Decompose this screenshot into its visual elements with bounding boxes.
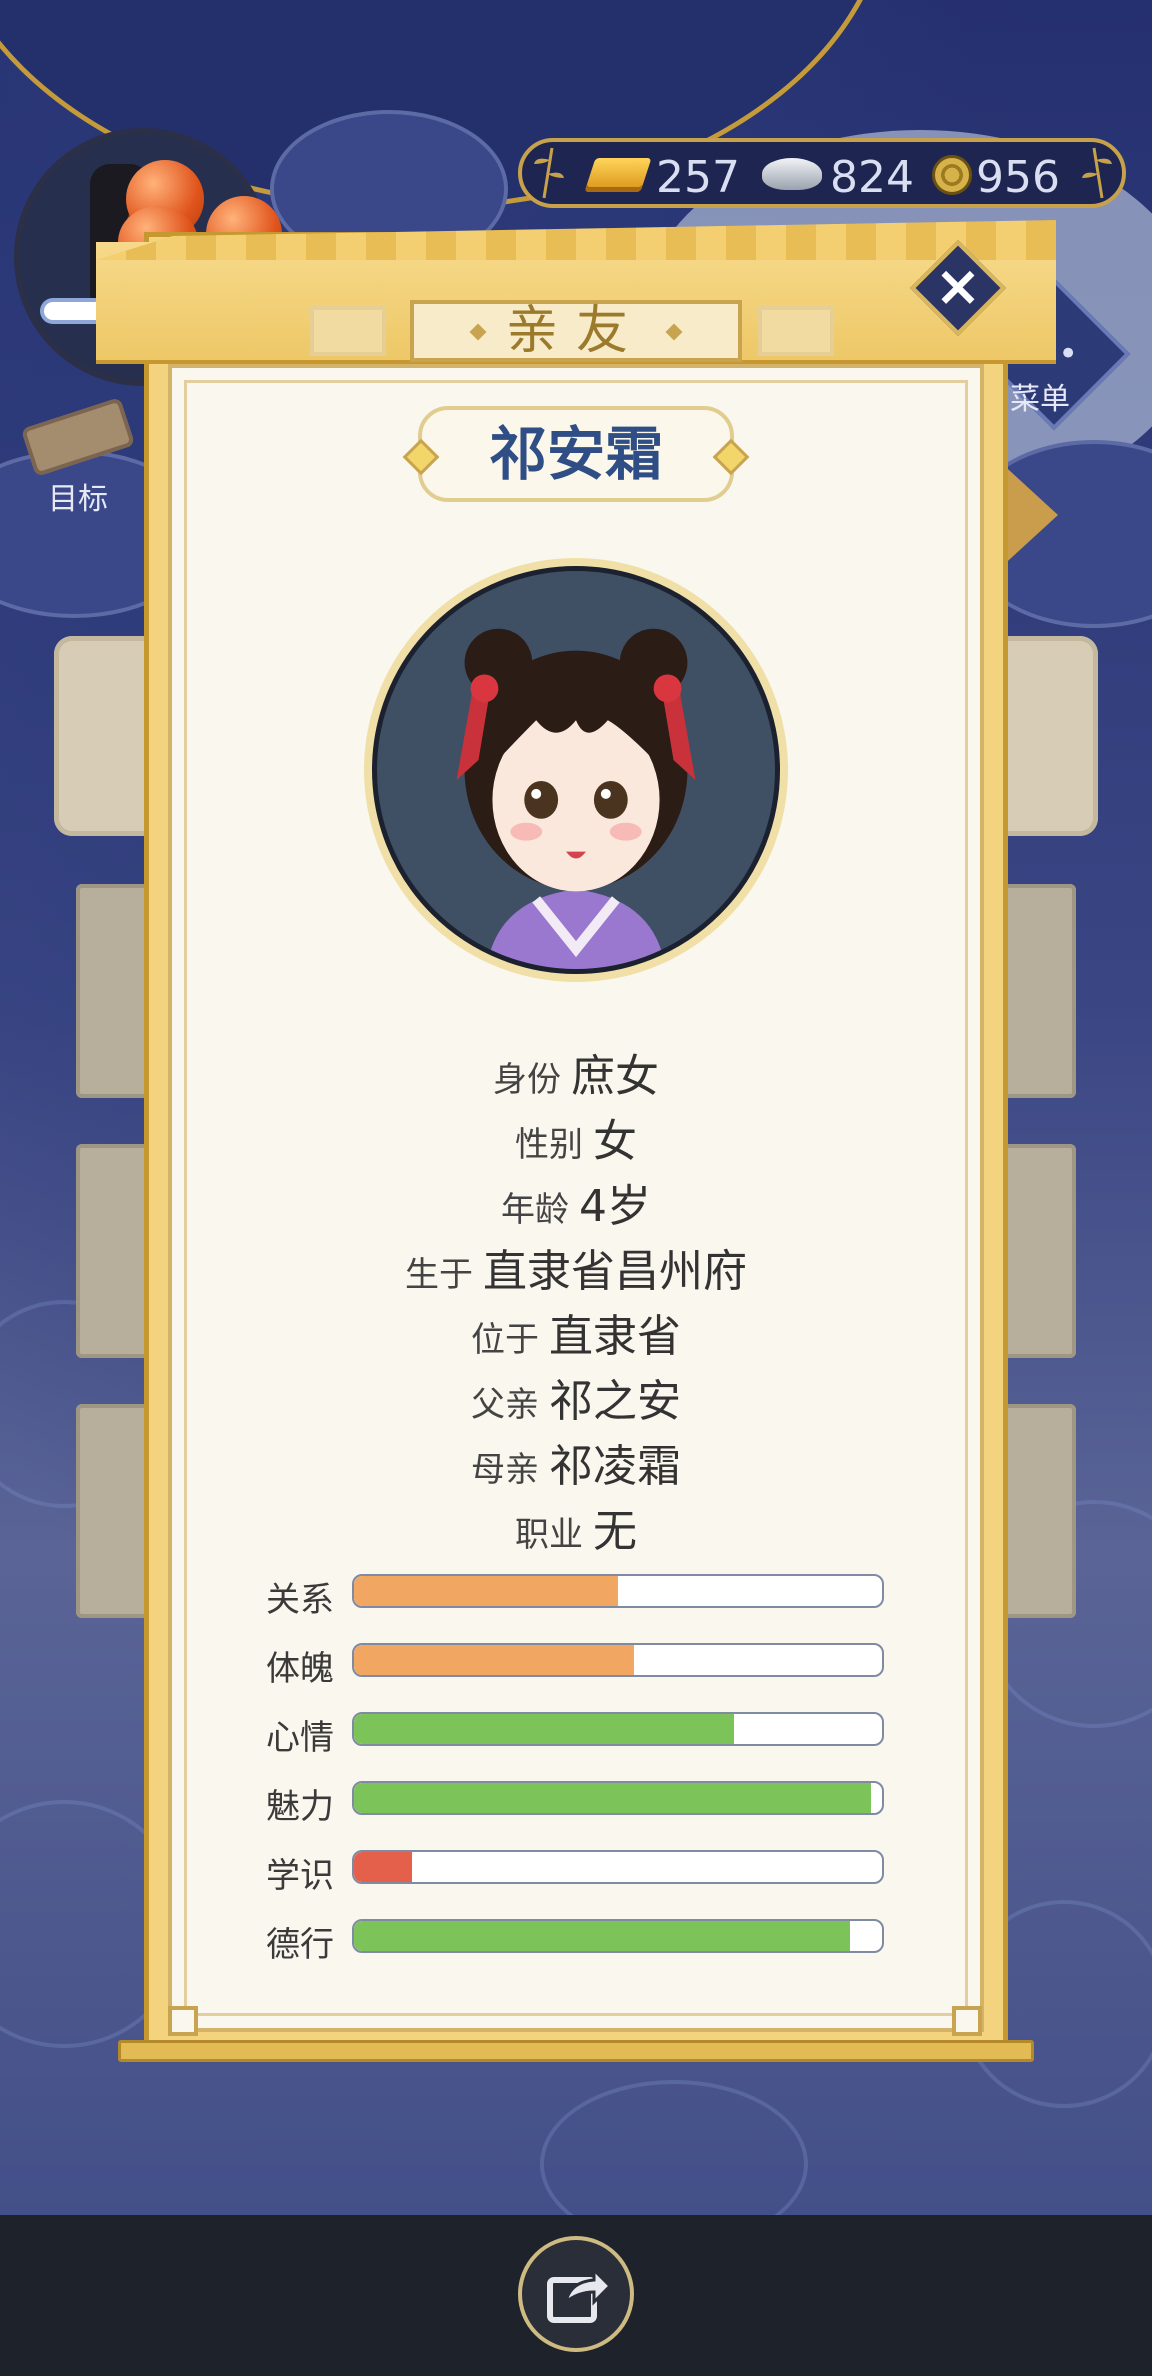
silver-ingot-icon <box>762 158 822 190</box>
gold-ingot-icon <box>584 158 652 192</box>
stat-label-knowledge: 学识 <box>266 1856 334 1896</box>
info-row-father: 父亲 祁之安 <box>471 1376 681 1427</box>
info-row-age: 年龄 4岁 <box>501 1181 651 1232</box>
currency-bar: 257 824 956 <box>518 138 1126 208</box>
character-name: 祁安霜 <box>418 406 734 502</box>
stat-bar-virtue <box>352 1919 884 1953</box>
girl-portrait-image <box>456 628 696 969</box>
info-row-birthplace: 生于 直隶省昌州府 <box>405 1246 747 1297</box>
info-row-occupation: 职业无 <box>515 1506 637 1557</box>
stat-bar-knowledge <box>352 1850 884 1884</box>
info-row-location: 位于 直隶省 <box>471 1311 681 1362</box>
silver-count: 824 <box>830 152 914 203</box>
stat-fill-charm <box>354 1783 872 1813</box>
stat-label-mood: 心情 <box>266 1718 334 1758</box>
share-icon <box>547 2266 613 2323</box>
stat-fill-relationship <box>354 1576 618 1606</box>
stat-fill-physique <box>354 1645 634 1675</box>
bamboo-icon <box>1082 147 1112 199</box>
info-row-identity: 身份 庶女 <box>493 1051 659 1102</box>
stat-label-physique: 体魄 <box>266 1649 334 1689</box>
stat-bar-mood <box>352 1712 884 1746</box>
stat-bar-charm <box>352 1781 884 1815</box>
stat-label-charm: 魅力 <box>266 1787 334 1827</box>
share-button[interactable] <box>518 2236 634 2352</box>
stat-fill-knowledge <box>354 1852 413 1882</box>
info-row-gender: 性别女 <box>515 1116 637 1167</box>
coin-count: 956 <box>976 152 1060 203</box>
stat-fill-virtue <box>354 1921 851 1951</box>
stat-bar-physique <box>352 1643 884 1677</box>
scroll-bottom-rod <box>118 2040 1034 2062</box>
dialog-title-plaque: 亲友 <box>410 300 742 362</box>
stat-bar-relationship <box>352 1574 884 1608</box>
copper-coin-icon <box>932 155 972 195</box>
menu-label[interactable]: 菜单 <box>1010 374 1070 418</box>
gold-count: 257 <box>656 152 740 203</box>
stat-fill-mood <box>354 1714 735 1744</box>
dialog-title: 亲友 <box>505 301 646 361</box>
character-portrait <box>364 558 788 982</box>
stat-label-relationship: 关系 <box>266 1580 334 1620</box>
goal-label[interactable]: 目标 <box>48 474 108 518</box>
info-row-mother: 母亲 祁凌霜 <box>471 1441 681 1492</box>
bamboo-icon <box>534 147 564 199</box>
close-icon[interactable]: × <box>930 254 986 320</box>
stat-label-virtue: 德行 <box>266 1925 334 1965</box>
